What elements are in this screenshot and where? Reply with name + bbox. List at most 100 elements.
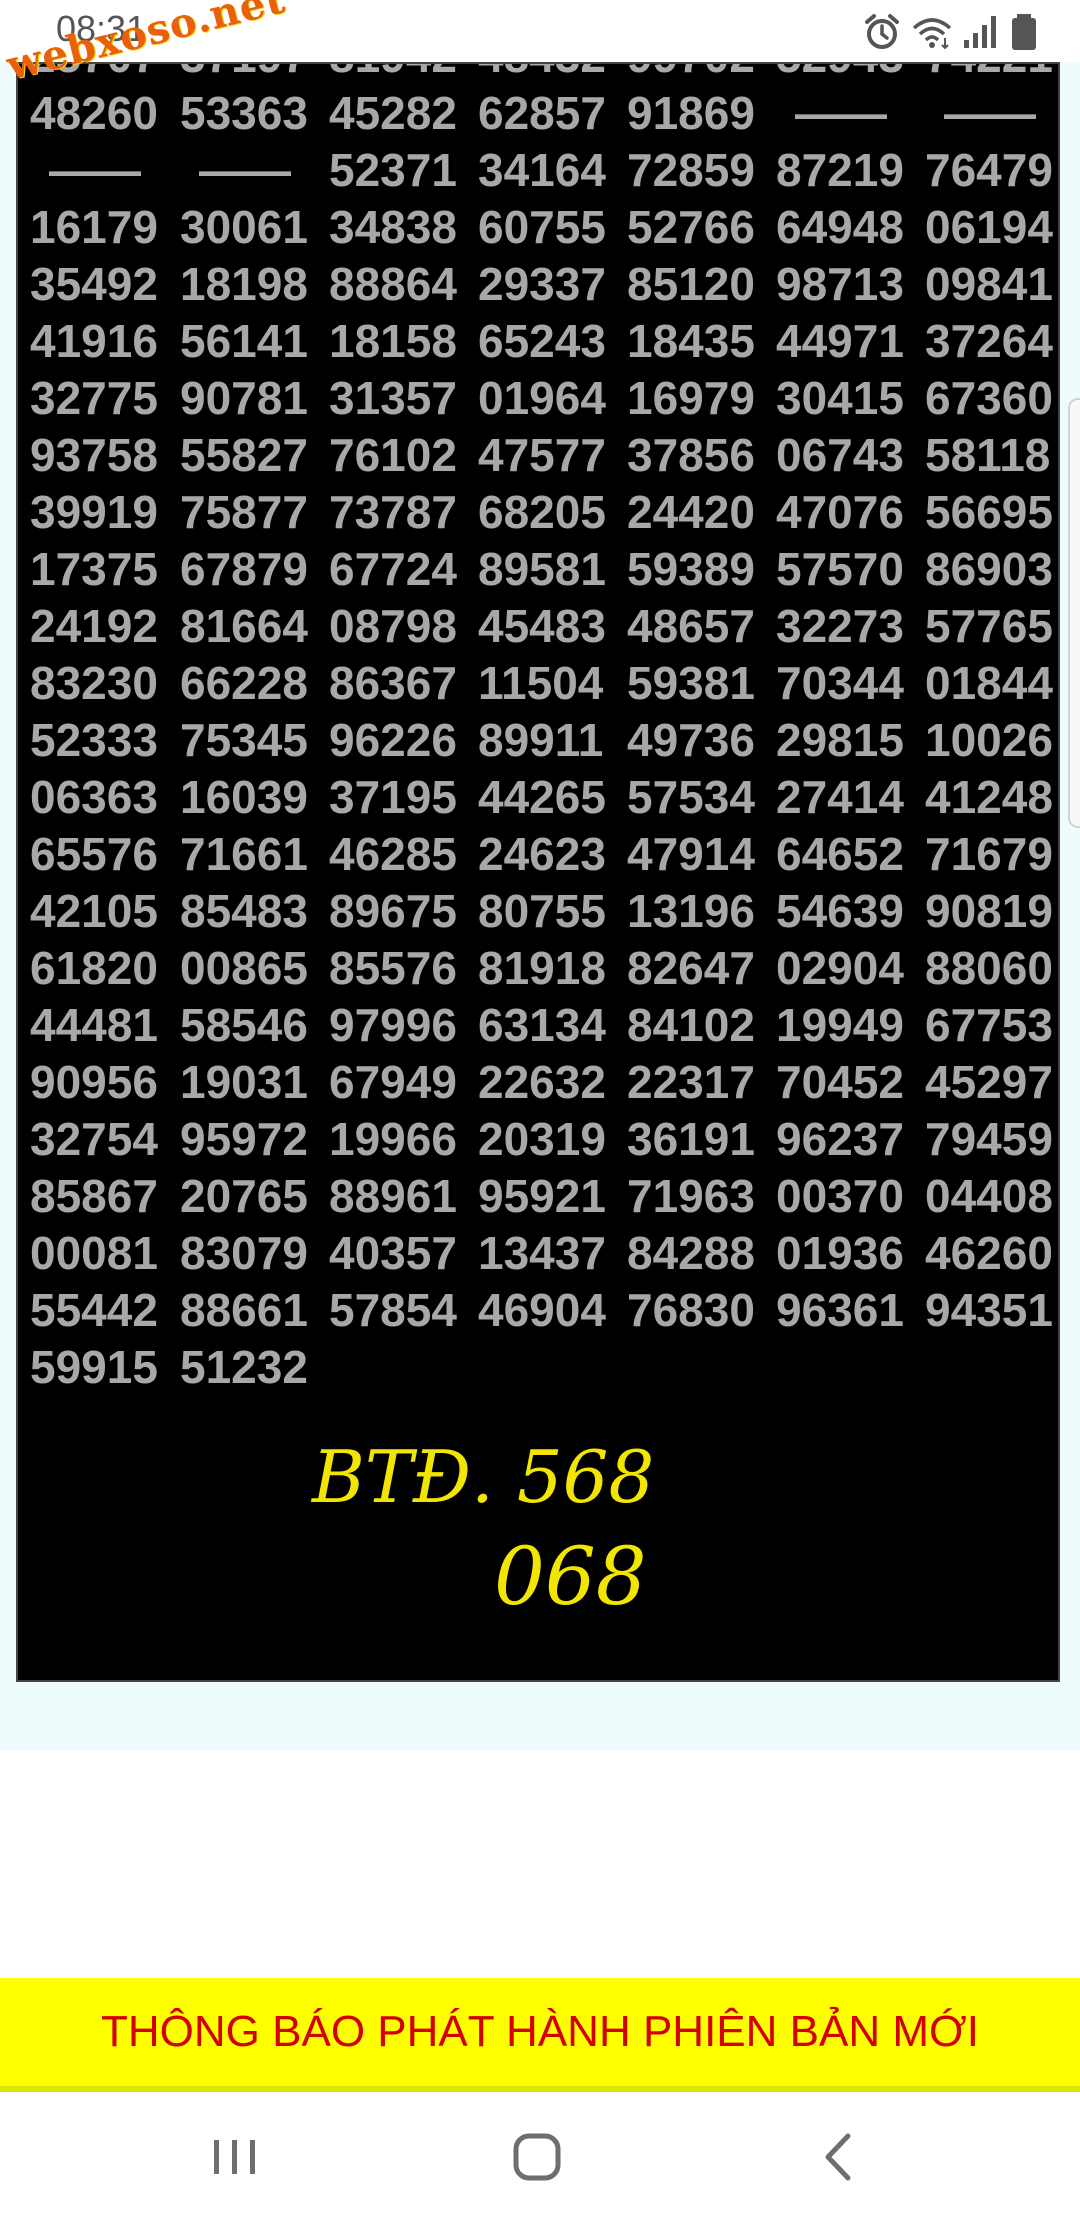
results-row: 00081 83079 40357 13437 84288 01936 46260 bbox=[30, 1225, 1058, 1282]
result-number: 19966 bbox=[329, 1113, 457, 1165]
results-row: 48260 53363 45282 62857 91869 —— —— bbox=[30, 85, 1058, 142]
results-number-grid: 2570737197819424843299702529437422148260… bbox=[30, 64, 1058, 1396]
result-number: 65243 bbox=[478, 315, 606, 367]
results-row: 59915 51232 bbox=[30, 1339, 1058, 1396]
home-icon[interactable] bbox=[502, 2122, 572, 2192]
result-number: 59381 bbox=[627, 657, 755, 709]
result-number: 95921 bbox=[478, 1170, 606, 1222]
handwritten-note: BTĐ. 568 068 bbox=[310, 1435, 654, 1623]
result-number: 56141 bbox=[180, 315, 308, 367]
results-row: 93758 55827 76102 47577 37856 06743 58118 bbox=[30, 427, 1058, 484]
result-number: 71679 bbox=[925, 828, 1053, 880]
result-number: —— bbox=[795, 87, 887, 139]
result-number: 40357 bbox=[329, 1227, 457, 1279]
result-number: 24192 bbox=[30, 600, 158, 652]
result-number: 85120 bbox=[627, 258, 755, 310]
result-number: 10026 bbox=[925, 714, 1053, 766]
result-number: 34838 bbox=[329, 201, 457, 253]
result-number: 88961 bbox=[329, 1170, 457, 1222]
result-number: 98713 bbox=[776, 258, 904, 310]
result-number: 19949 bbox=[776, 999, 904, 1051]
results-row: —— —— 52371 34164 72859 87219 76479 bbox=[30, 142, 1058, 199]
result-number: 59915 bbox=[30, 1341, 158, 1393]
result-number: —— bbox=[944, 87, 1036, 139]
results-row: 41916 56141 18158 65243 18435 44971 37264 bbox=[30, 313, 1058, 370]
result-number: 29815 bbox=[776, 714, 904, 766]
result-number: 47577 bbox=[478, 429, 606, 481]
result-number: 75345 bbox=[180, 714, 308, 766]
result-number: 45483 bbox=[478, 600, 606, 652]
result-number: 76830 bbox=[627, 1284, 755, 1336]
result-number: 42105 bbox=[30, 885, 158, 937]
result-number: 18198 bbox=[180, 258, 308, 310]
result-number: 44265 bbox=[478, 771, 606, 823]
result-number: 32273 bbox=[776, 600, 904, 652]
result-number: 24623 bbox=[478, 828, 606, 880]
result-number: 65576 bbox=[30, 828, 158, 880]
result-number: 09841 bbox=[925, 258, 1053, 310]
result-number: 58546 bbox=[180, 999, 308, 1051]
result-number: 47076 bbox=[776, 486, 904, 538]
results-row: 16179 30061 34838 60755 52766 64948 06194 bbox=[30, 199, 1058, 256]
result-number: 34164 bbox=[478, 144, 606, 196]
result-number: 46285 bbox=[329, 828, 457, 880]
results-row: 90956 19031 67949 22632 22317 70452 45297 bbox=[30, 1054, 1058, 1111]
side-scroll-handle[interactable] bbox=[1068, 398, 1080, 828]
result-number: 37264 bbox=[925, 315, 1053, 367]
result-number: 16979 bbox=[627, 372, 755, 424]
result-number: 99702 bbox=[627, 64, 777, 85]
result-number: 81918 bbox=[478, 942, 606, 994]
result-number: 95972 bbox=[180, 1113, 308, 1165]
result-number: 93758 bbox=[30, 429, 158, 481]
result-number: 49736 bbox=[627, 714, 755, 766]
result-number: 01844 bbox=[925, 657, 1053, 709]
result-number: 44971 bbox=[776, 315, 904, 367]
status-bar: 08:31 webxoso.net bbox=[0, 0, 1080, 90]
result-number: 41248 bbox=[925, 771, 1053, 823]
result-number: 60755 bbox=[478, 201, 606, 253]
result-number: 89675 bbox=[329, 885, 457, 937]
result-number: 45282 bbox=[329, 87, 457, 139]
new-version-banner[interactable]: THÔNG BÁO PHÁT HÀNH PHIÊN BẢN MỚI bbox=[0, 1978, 1080, 2092]
result-number: 20319 bbox=[478, 1113, 606, 1165]
result-number: 30061 bbox=[180, 201, 308, 253]
results-row: 65576 71661 46285 24623 47914 64652 71679 bbox=[30, 826, 1058, 883]
result-number: 89581 bbox=[478, 543, 606, 595]
lottery-results-image: 2570737197819424843299702529437422148260… bbox=[16, 62, 1060, 1682]
result-number: 85483 bbox=[180, 885, 308, 937]
result-number: 94351 bbox=[925, 1284, 1053, 1336]
result-number: 74221 bbox=[925, 64, 1058, 85]
result-number: 17375 bbox=[30, 543, 158, 595]
result-number: 32754 bbox=[30, 1113, 158, 1165]
result-number: 31357 bbox=[329, 372, 457, 424]
back-icon[interactable] bbox=[804, 2122, 874, 2192]
results-row: 25707371978194248432997025294374221 bbox=[30, 64, 1058, 85]
result-number: 51232 bbox=[180, 1341, 308, 1393]
result-number: 48260 bbox=[30, 87, 158, 139]
result-number: 08798 bbox=[329, 600, 457, 652]
result-number: 27414 bbox=[776, 771, 904, 823]
result-number: 52333 bbox=[30, 714, 158, 766]
result-number: 22632 bbox=[478, 1056, 606, 1108]
result-number: 70452 bbox=[776, 1056, 904, 1108]
result-number: 36191 bbox=[627, 1113, 755, 1165]
result-number: 71963 bbox=[627, 1170, 755, 1222]
result-number: 91869 bbox=[627, 87, 755, 139]
result-number: 72859 bbox=[627, 144, 755, 196]
result-number: 76102 bbox=[329, 429, 457, 481]
recents-icon[interactable] bbox=[200, 2122, 270, 2192]
results-row: 85867 20765 88961 95921 71963 00370 04408 bbox=[30, 1168, 1058, 1225]
result-number: 86903 bbox=[925, 543, 1053, 595]
result-number: 71661 bbox=[180, 828, 308, 880]
result-number: 06743 bbox=[776, 429, 904, 481]
result-number: 46260 bbox=[925, 1227, 1053, 1279]
result-number: —— bbox=[49, 144, 141, 196]
new-version-banner-text: THÔNG BÁO PHÁT HÀNH PHIÊN BẢN MỚI bbox=[101, 2007, 979, 2056]
result-number: 67724 bbox=[329, 543, 457, 595]
result-number: 55442 bbox=[30, 1284, 158, 1336]
result-number: 67360 bbox=[925, 372, 1053, 424]
result-number: 67949 bbox=[329, 1056, 457, 1108]
result-number: 04408 bbox=[925, 1170, 1053, 1222]
result-number: 00081 bbox=[30, 1227, 158, 1279]
result-number: 57570 bbox=[776, 543, 904, 595]
